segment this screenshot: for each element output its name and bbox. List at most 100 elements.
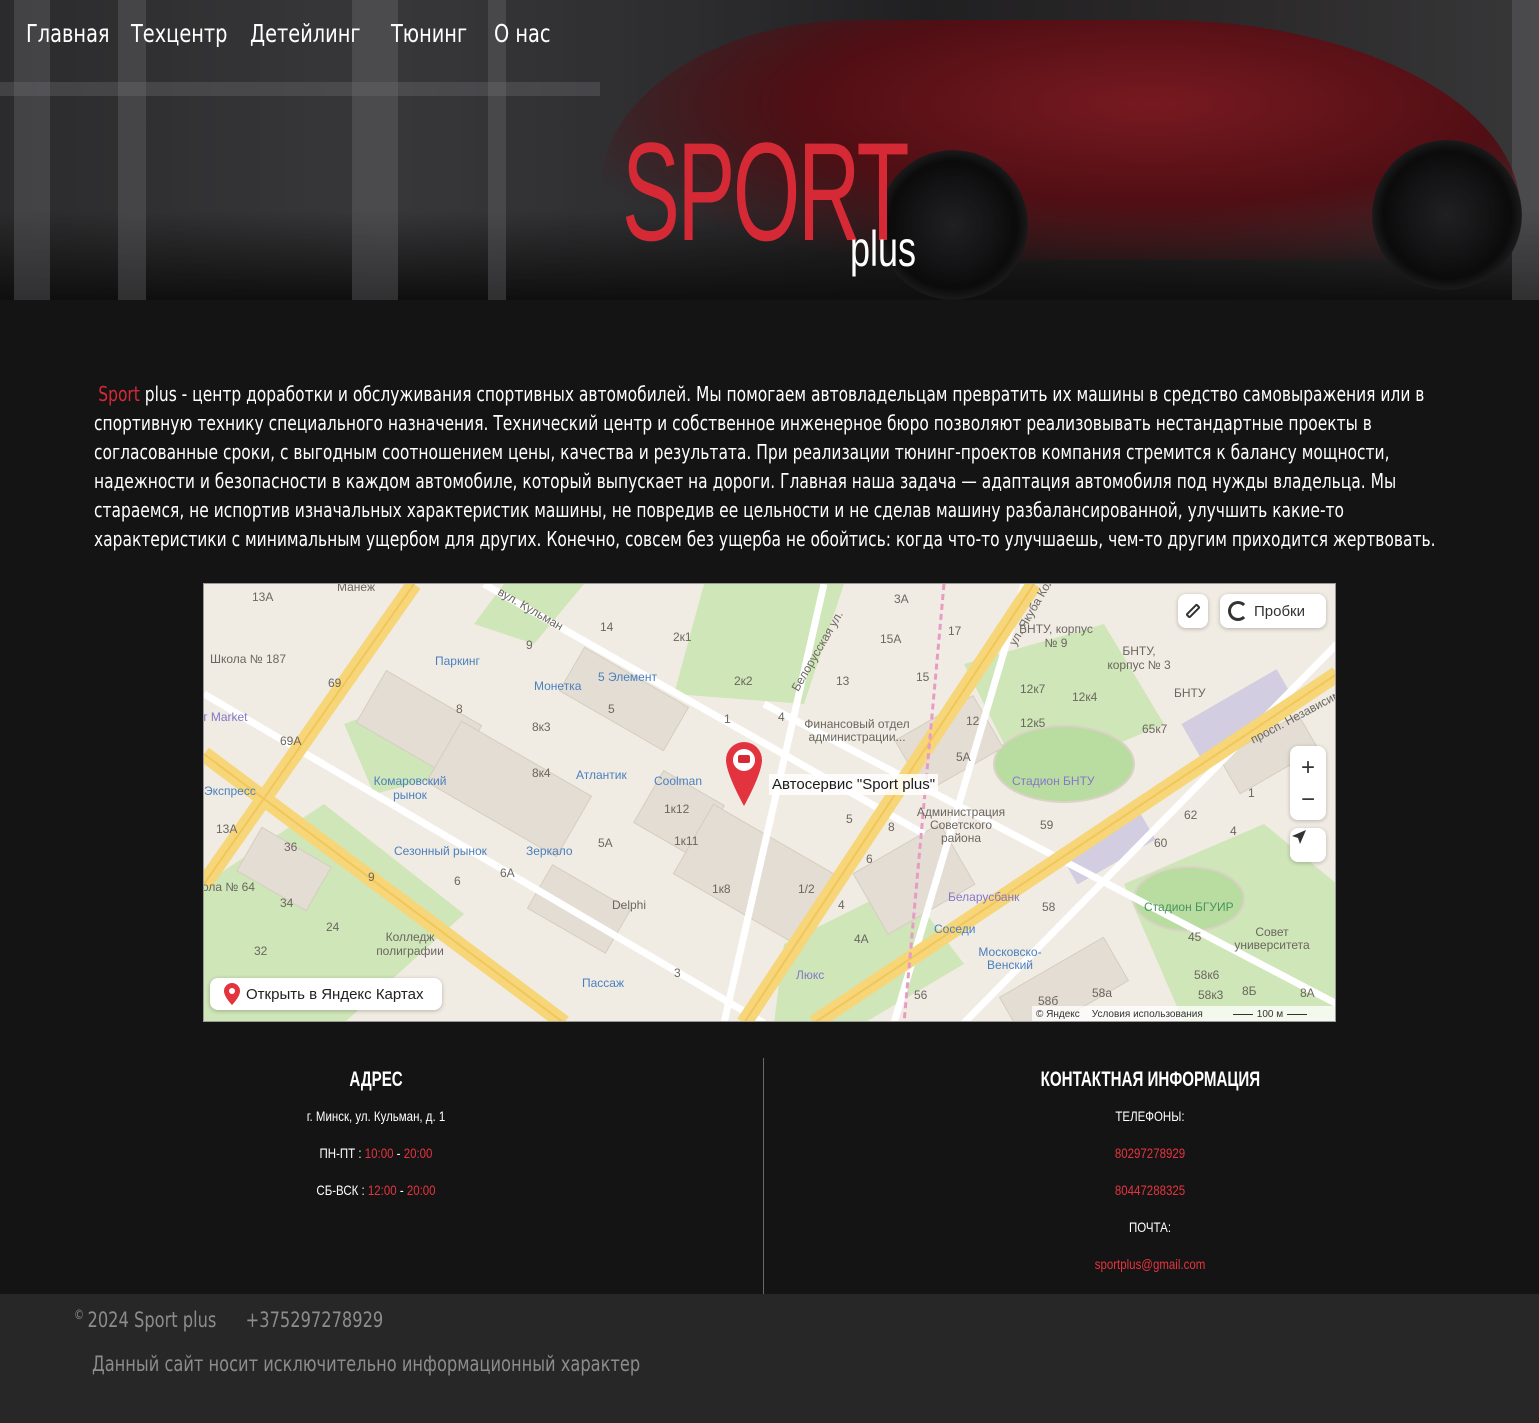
- map-label: Школа № 187: [210, 652, 287, 666]
- map-label: 3А: [894, 592, 909, 606]
- map-label: 4: [838, 898, 845, 912]
- map-label: 1: [724, 712, 731, 726]
- map-label: 5А: [956, 750, 971, 764]
- map-label: 32: [254, 944, 268, 958]
- map-pin-label[interactable]: Автосервис "Sport plus": [769, 774, 939, 795]
- map-label: 12к5: [1020, 716, 1046, 730]
- map-label: 8к3: [532, 720, 551, 734]
- map-label: Комаровский рынок: [373, 774, 447, 802]
- map-terms-link[interactable]: Условия использования: [1092, 1009, 1203, 1020]
- map-label: 17: [948, 624, 962, 638]
- phone-link-1[interactable]: 80297278929: [994, 1145, 1306, 1161]
- map-label: БНТУ, корпус № 9: [1019, 622, 1093, 650]
- map-label: 1к12: [664, 802, 690, 816]
- nav-about[interactable]: О нас: [494, 14, 563, 54]
- scale-bar: [1232, 1013, 1253, 1015]
- footer-copyright-line: © 2024 Sport plus +375297278929: [74, 1308, 383, 1332]
- copyright-sign: ©: [74, 1308, 85, 1323]
- email-link[interactable]: sportplus@gmail.com: [994, 1256, 1306, 1272]
- ruler-icon: [1185, 603, 1201, 619]
- intro-brand: Sport: [98, 382, 140, 406]
- weekday-open-time: 10:00: [364, 1145, 394, 1161]
- geolocation-button[interactable]: [1290, 828, 1326, 862]
- map-label: 13: [836, 674, 850, 688]
- map-label: 9: [368, 870, 375, 884]
- contacts-heading: КОНТАКТНАЯ ИНФОРМАЦИЯ: [1040, 1068, 1260, 1091]
- map-label: 1к8: [712, 882, 731, 896]
- open-in-yandex-maps-label: Открыть в Яндекс Картах: [246, 985, 424, 1003]
- map-label: 1: [1248, 786, 1255, 800]
- phone-link-2[interactable]: 80447288325: [994, 1182, 1306, 1198]
- map-label: 5 Элемент: [598, 670, 657, 684]
- address-section: АДРЕС г. Минск, ул. Кульман, д. 1 ПН-ПТ …: [226, 1066, 526, 1198]
- map-label: 58к6: [1194, 968, 1220, 982]
- map-label: БНТУ: [1174, 686, 1206, 700]
- map-label: 1к11: [674, 834, 699, 848]
- map-label: Delphi: [612, 898, 647, 912]
- map-label: Coolman: [654, 774, 703, 788]
- map-label: 59: [1040, 818, 1054, 832]
- intro-text: plus - центр доработки и обслуживания сп…: [94, 382, 1436, 551]
- footer-disclaimer: Данный сайт носит исключительно информац…: [92, 1352, 641, 1376]
- map-label: 8к4: [532, 766, 551, 780]
- map-label: 14: [600, 620, 614, 634]
- map-label: 9: [526, 638, 533, 652]
- map-label: Атлантик: [576, 768, 627, 782]
- map-label: 58к3: [1198, 988, 1224, 1002]
- logo-sub-text: plus: [850, 221, 917, 277]
- map-label: 12к4: [1072, 690, 1098, 704]
- yandex-map[interactable]: Школа № 187 13А Манеж вул. Кульман 14 Па…: [203, 583, 1336, 1022]
- map-label: Монетка: [534, 679, 582, 693]
- map-label: 8А: [1300, 986, 1315, 1000]
- map-label: 45: [1188, 930, 1202, 944]
- map-label: т Market: [203, 710, 248, 724]
- map-label: 58: [1042, 900, 1056, 914]
- map-label: 5: [846, 812, 853, 826]
- footer-copyright: 2024 Sport plus: [87, 1308, 217, 1332]
- phones-label: ТЕЛЕФОНЫ:: [1115, 1108, 1185, 1124]
- traffic-button[interactable]: Пробки: [1220, 594, 1326, 628]
- map-label: Колледж полиграфии: [376, 930, 444, 958]
- map-label: 58а: [1092, 986, 1113, 1000]
- map-label: Паркинг: [435, 654, 480, 668]
- map-label: Стадион БГУИР: [1144, 900, 1234, 914]
- zoom-in-button[interactable]: +: [1301, 751, 1315, 785]
- nav-detailing[interactable]: Детейлинг: [250, 14, 371, 54]
- zoom-out-button[interactable]: −: [1301, 785, 1315, 815]
- weekday-separator: -: [396, 1145, 401, 1161]
- map-label: 12к7: [1020, 682, 1046, 696]
- map-label: Администрация Советского района: [916, 805, 1006, 845]
- map-label: 8Б: [1242, 984, 1257, 998]
- map-pin-icon: [224, 983, 240, 1005]
- map-scale: 100 м: [1232, 1009, 1308, 1020]
- map-label: Стадион БНТУ: [1012, 774, 1095, 788]
- main-nav: Главная Техцентр Детейлинг Тюнинг О нас: [26, 14, 574, 54]
- footer: © 2024 Sport plus +375297278929 Данный сай…: [0, 1294, 1539, 1423]
- weekend-label: СБ-ВСК :: [316, 1182, 365, 1198]
- nav-techcenter[interactable]: Техцентр: [131, 14, 233, 54]
- open-in-yandex-maps-button[interactable]: Открыть в Яндекс Картах: [210, 978, 442, 1010]
- map-label: 5А: [598, 836, 613, 850]
- nav-home[interactable]: Главная: [26, 14, 116, 54]
- map-label: 4А: [854, 932, 869, 946]
- map-label: ола № 64: [203, 880, 255, 894]
- intro-paragraph: Sport plus - центр доработки и обслужива…: [94, 380, 1474, 554]
- weekend-separator: -: [399, 1182, 404, 1198]
- footer-phone[interactable]: +375297278929: [246, 1308, 384, 1332]
- location-arrow-icon: [1292, 830, 1306, 844]
- map-label: 8: [888, 820, 895, 834]
- map-label: 2к1: [673, 630, 692, 644]
- contacts-divider: [763, 1058, 764, 1294]
- traffic-icon: [1228, 601, 1248, 621]
- map-label: Зеркало: [526, 844, 573, 858]
- map-label: 13А: [216, 822, 238, 836]
- map-label: 69: [328, 676, 342, 690]
- ruler-button[interactable]: [1178, 594, 1208, 628]
- map-label: 56: [914, 988, 928, 1002]
- map-label: Финансовый отдел администрации...: [804, 717, 910, 744]
- map-copyright: © Яндекс: [1036, 1008, 1080, 1020]
- weekend-close-time: 20:00: [406, 1182, 436, 1198]
- nav-tuning[interactable]: Тюнинг: [391, 14, 480, 54]
- map-label: Совет университета: [1234, 925, 1310, 952]
- weekend-open-time: 12:00: [367, 1182, 397, 1198]
